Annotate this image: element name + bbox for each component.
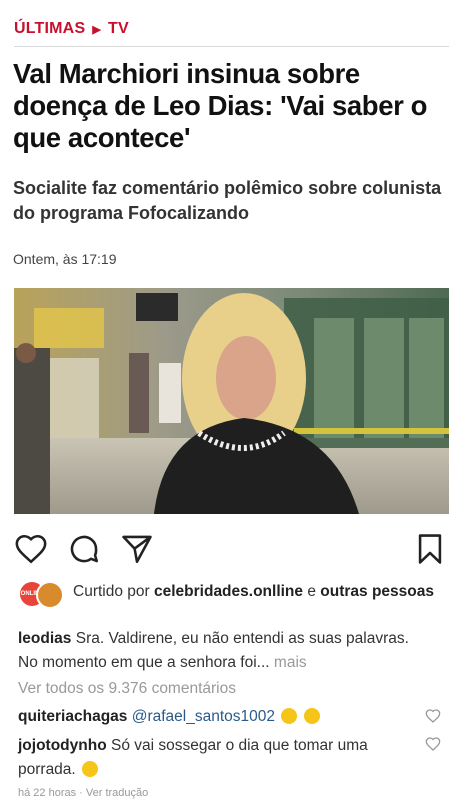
grin-emoji-icon: [281, 708, 298, 724]
post-actions: [14, 532, 449, 568]
rolling-eyes-emoji-icon: [82, 761, 99, 777]
caption-more-link[interactable]: mais: [274, 654, 307, 671]
comment-user[interactable]: quiteriachagas: [18, 708, 127, 725]
comment-mention[interactable]: @rafael_santos1002: [132, 708, 275, 725]
comment-item: quiteriachagas @rafael_santos1002: [18, 705, 428, 729]
likes-conjunction: e: [307, 583, 316, 600]
article-headline: Val Marchiori insinua sobre doença de Le…: [13, 58, 428, 153]
header-divider: [14, 46, 449, 47]
post-caption: leodias Sra. Valdirene, eu não entendi a…: [18, 627, 428, 675]
article-timestamp: Ontem, às 17:19: [13, 251, 117, 267]
view-all-comments-link[interactable]: Ver todos os 9.376 comentários: [18, 680, 236, 698]
breadcrumb-subsection[interactable]: TV: [108, 20, 129, 38]
post-footer[interactable]: há 22 horas · Ver tradução: [18, 787, 148, 799]
likes-others-link[interactable]: outras pessoas: [320, 583, 434, 600]
breadcrumb: ÚLTIMAS ▶ TV: [14, 20, 129, 38]
likes-prefix: Curtido por: [73, 583, 150, 600]
comment-item: jojotodynho Só vai sossegar o dia que to…: [18, 734, 428, 782]
share-icon[interactable]: [120, 532, 154, 566]
comment-like-heart-icon[interactable]: [425, 708, 441, 724]
breadcrumb-section[interactable]: ÚLTIMAS: [14, 20, 85, 38]
comment-icon[interactable]: [67, 532, 101, 566]
comment-user[interactable]: jojotodynho: [18, 737, 107, 754]
caption-text: Sra. Valdirene, eu não entendi as suas p…: [18, 630, 409, 671]
caption-user[interactable]: leodias: [18, 630, 71, 647]
comment-like-heart-icon[interactable]: [425, 736, 441, 752]
likes-text: Curtido por celebridades.onlline e outra…: [73, 581, 443, 602]
caret-right-icon: ▶: [92, 23, 101, 36]
post-photo[interactable]: [14, 288, 449, 514]
likes-user-link[interactable]: celebridades.onlline: [154, 583, 303, 600]
heart-icon[interactable]: [14, 532, 48, 566]
kiss-emoji-icon: [303, 708, 320, 724]
liker-avatar-secondary[interactable]: [36, 581, 64, 609]
article-subtitle: Socialite faz comentário polêmico sobre …: [13, 178, 442, 223]
bookmark-icon[interactable]: [413, 532, 447, 566]
